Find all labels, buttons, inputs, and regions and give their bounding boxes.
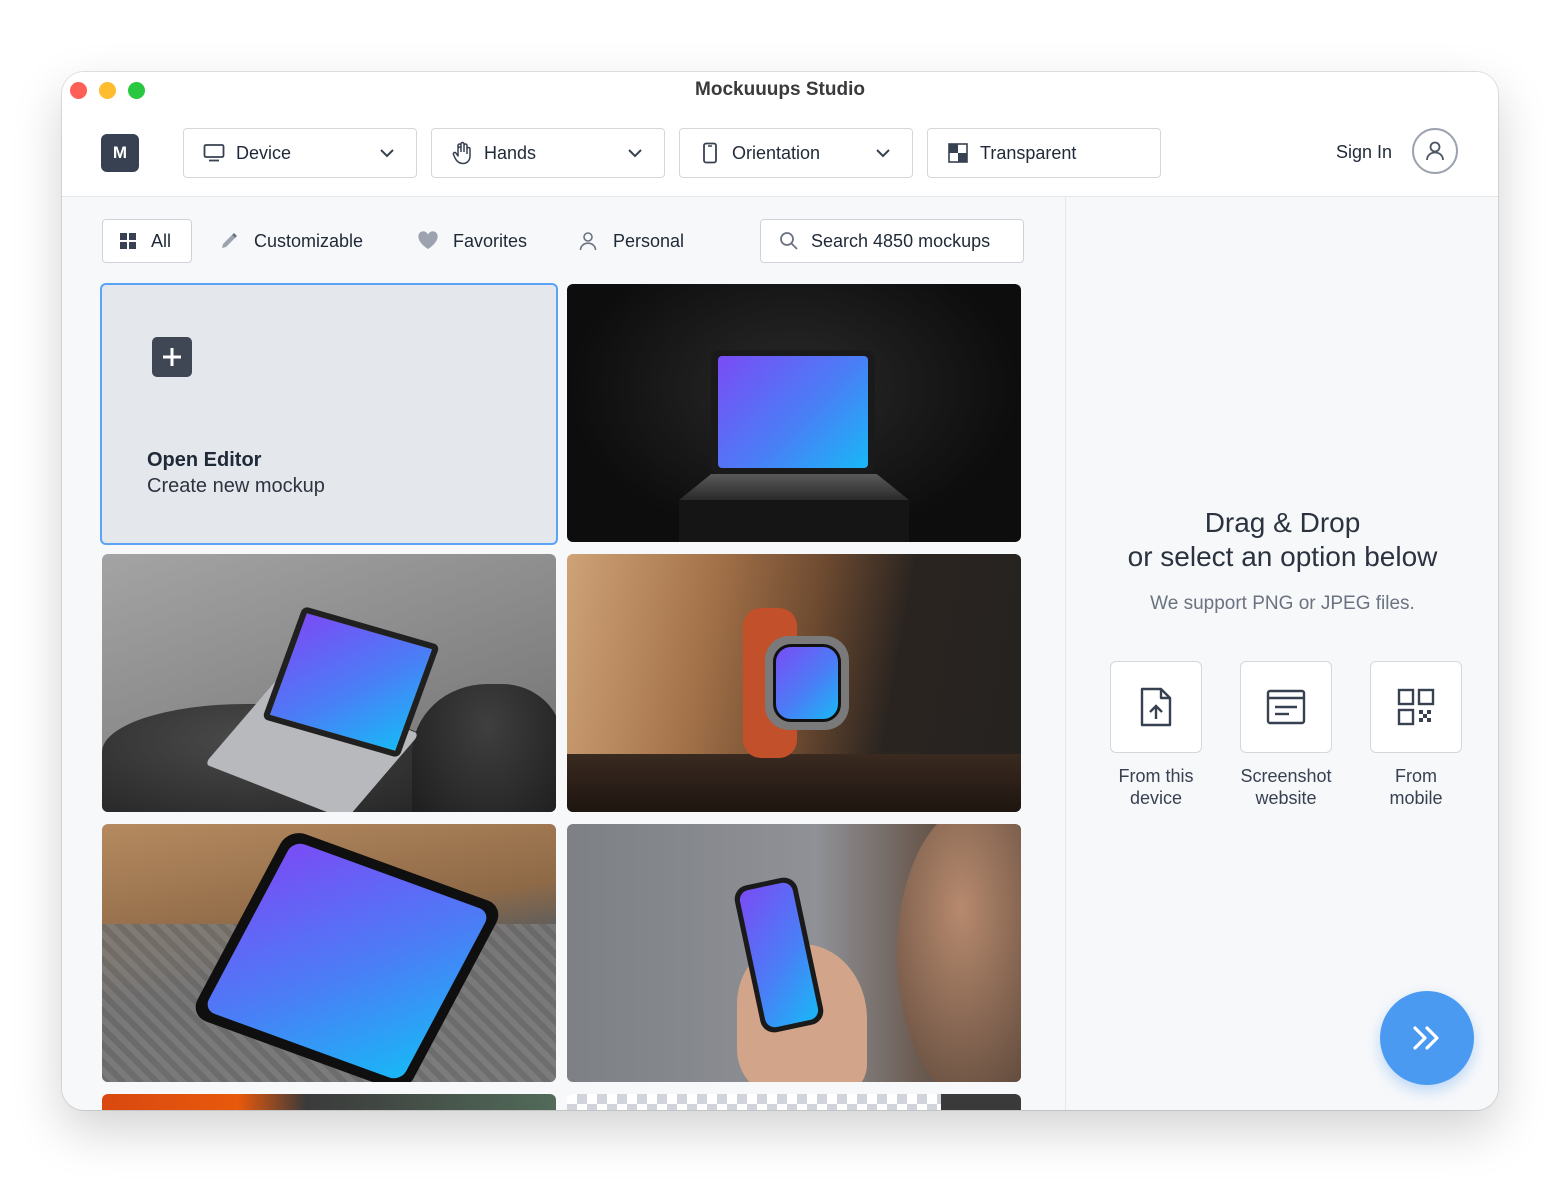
device-screen <box>718 356 868 468</box>
mockup-thumbnail[interactable] <box>567 284 1021 542</box>
person-icon <box>1426 141 1444 161</box>
transparent-toggle[interactable]: Transparent <box>927 128 1161 178</box>
filter-all-label: All <box>151 230 172 251</box>
orientation-dropdown[interactable]: Orientation <box>679 128 913 178</box>
from-mobile-label-2: mobile <box>1389 788 1443 808</box>
chevron-down-icon <box>628 149 642 158</box>
pedestal-top <box>679 474 909 500</box>
search-input[interactable]: Search 4850 mockups <box>811 231 990 252</box>
screenshot-website-button[interactable] <box>1240 661 1332 753</box>
orientation-dropdown-label: Orientation <box>732 142 821 163</box>
mockup-thumbnail[interactable] <box>567 1094 1021 1110</box>
open-editor-title: Open Editor <box>147 449 262 471</box>
window-title: Mockuuups Studio <box>695 79 865 100</box>
from-device-label-1: From this <box>1118 766 1194 786</box>
table-edge <box>567 754 1021 812</box>
filter-personal[interactable]: Personal <box>577 219 684 263</box>
hands-dropdown[interactable]: Hands <box>431 128 665 178</box>
mockup-thumbnail[interactable] <box>567 554 1021 812</box>
upload-panel: Drag & Drop or select an option below We… <box>1065 197 1498 1110</box>
from-mobile-label-1: From <box>1395 766 1437 786</box>
from-device-option[interactable]: From this device <box>1096 661 1216 809</box>
device-dropdown[interactable]: Device <box>183 128 417 178</box>
continue-button[interactable] <box>1380 991 1474 1085</box>
zoom-window-button[interactable] <box>128 82 145 99</box>
phone-icon <box>698 141 722 165</box>
grid-icon <box>117 230 139 252</box>
screenshot-website-label-1: Screenshot <box>1240 766 1332 786</box>
transparency-icon <box>946 141 970 165</box>
heart-icon <box>417 230 439 252</box>
app-window: Mockuuups Studio M Device Hands Orientat… <box>62 72 1498 1110</box>
device-dropdown-label: Device <box>236 142 292 163</box>
filter-customizable[interactable]: Customizable <box>218 219 363 263</box>
filter-customizable-label: Customizable <box>254 230 364 251</box>
mockup-browser: All Customizable Favorites Personal Sear… <box>62 197 1065 1110</box>
hands-dropdown-label: Hands <box>484 142 537 163</box>
supported-formats-text: We support PNG or JPEG files. <box>1150 593 1415 614</box>
avatar[interactable] <box>1412 128 1458 174</box>
browser-window-icon <box>1266 689 1306 725</box>
chevron-down-icon <box>380 149 394 158</box>
drag-drop-subtitle: or select an option below <box>1127 541 1438 572</box>
sign-in-link[interactable]: Sign In <box>1336 142 1392 163</box>
pedestal-base <box>679 500 909 542</box>
open-editor-tile[interactable]: Open Editor Create new mockup <box>100 283 558 545</box>
filter-personal-label: Personal <box>613 230 685 251</box>
search-box[interactable]: Search 4850 mockups <box>760 219 1024 263</box>
double-chevron-right-icon <box>1413 1026 1439 1050</box>
close-window-button[interactable] <box>70 82 87 99</box>
transparent-label: Transparent <box>980 142 1077 163</box>
filter-all[interactable]: All <box>102 219 192 263</box>
rock-shape <box>412 684 556 812</box>
mockup-thumbnail[interactable] <box>102 1094 556 1110</box>
from-mobile-button[interactable] <box>1370 661 1462 753</box>
mockup-thumbnail[interactable] <box>567 824 1021 1082</box>
screenshot-website-label-2: website <box>1255 788 1317 808</box>
toolbar: M Device Hands Orientation Transparent S… <box>62 110 1498 197</box>
pencil-icon <box>218 230 240 252</box>
from-device-button[interactable] <box>1110 661 1202 753</box>
file-upload-icon <box>1140 687 1172 727</box>
qr-code-icon <box>1397 688 1435 726</box>
minimize-window-button[interactable] <box>99 82 116 99</box>
plus-icon <box>152 337 192 377</box>
drag-drop-title: Drag & Drop <box>1204 507 1361 538</box>
chevron-down-icon <box>876 149 890 158</box>
person-silhouette <box>897 824 1021 1082</box>
title-bar: Mockuuups Studio <box>62 72 1498 111</box>
app-logo[interactable]: M <box>101 134 139 172</box>
mockup-thumbnail[interactable] <box>102 824 556 1082</box>
screenshot-website-option[interactable]: Screenshot website <box>1226 661 1346 809</box>
monitor-icon <box>202 141 226 165</box>
filter-favorites-label: Favorites <box>453 230 528 251</box>
device-preview <box>941 1094 1021 1110</box>
device-screen <box>773 644 841 722</box>
hand-icon <box>450 141 474 165</box>
person-icon <box>577 230 599 252</box>
from-device-label-2: device <box>1129 788 1183 808</box>
search-icon <box>780 232 798 250</box>
from-mobile-option[interactable]: From mobile <box>1356 661 1476 809</box>
mockup-thumbnail[interactable] <box>102 554 556 812</box>
open-editor-subtitle: Create new mockup <box>147 475 325 497</box>
filter-favorites[interactable]: Favorites <box>417 219 527 263</box>
